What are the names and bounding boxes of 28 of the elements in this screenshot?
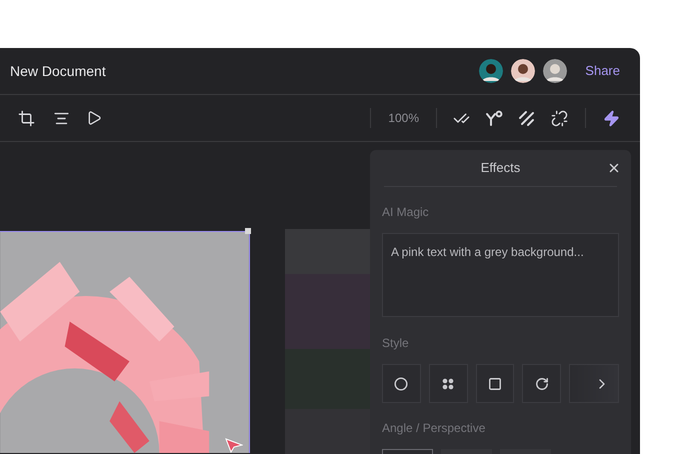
prompt-field[interactable]: A pink text with a grey background...	[382, 233, 619, 317]
section-label: Style	[382, 335, 410, 352]
slashes-icon[interactable]	[518, 110, 535, 126]
dots-icon	[442, 378, 454, 390]
unlink-icon[interactable]	[551, 110, 568, 126]
style-option[interactable]	[428, 364, 468, 403]
panel-title: Effects	[480, 159, 520, 178]
play-icon[interactable]	[86, 110, 102, 126]
section-label: AI Magic	[382, 204, 430, 221]
avatar	[479, 59, 504, 83]
zoom-level[interactable]: 100%	[388, 109, 419, 127]
branch-icon[interactable]	[485, 110, 503, 126]
cursor-icon	[225, 438, 243, 453]
close-icon[interactable]	[607, 161, 621, 175]
style-option[interactable]	[382, 364, 421, 403]
section-label: Angle / Perspective	[382, 420, 486, 437]
crop-icon[interactable]	[18, 110, 35, 126]
square-icon	[488, 376, 502, 390]
circle-icon	[394, 376, 408, 390]
rotate-icon	[534, 376, 549, 390]
handle[interactable]	[245, 228, 251, 234]
share-button[interactable]: Share	[585, 61, 620, 81]
avatar	[511, 59, 536, 83]
style-option[interactable]	[522, 364, 562, 403]
style-option[interactable]	[476, 364, 514, 403]
avatar	[543, 59, 568, 83]
window-title: New Document	[10, 62, 106, 80]
lightning-icon[interactable]	[603, 110, 620, 126]
